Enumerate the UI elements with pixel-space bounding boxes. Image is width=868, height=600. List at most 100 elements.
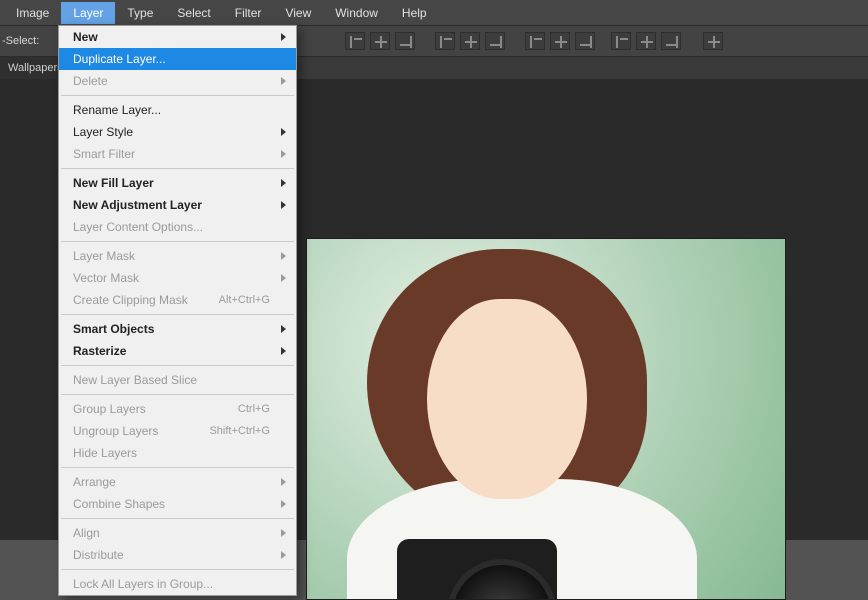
menu-item-label: New Fill Layer — [73, 176, 154, 190]
chevron-right-icon — [281, 551, 286, 559]
menu-item-new-layer-based-slice: New Layer Based Slice — [59, 369, 296, 391]
chevron-right-icon — [281, 274, 286, 282]
auto-select-label: -Select: — [0, 35, 45, 47]
distribute-left-icon[interactable] — [525, 32, 545, 50]
menu-item-label: Smart Filter — [73, 147, 135, 161]
photo-face-shape — [427, 299, 587, 499]
menu-item-duplicate-layer[interactable]: Duplicate Layer... — [59, 48, 296, 70]
menu-item-smart-objects[interactable]: Smart Objects — [59, 318, 296, 340]
distribute-bottom-icon[interactable] — [661, 32, 681, 50]
menu-separator — [61, 314, 294, 315]
menu-item-distribute: Distribute — [59, 544, 296, 566]
menu-item-label: Group Layers — [73, 402, 146, 416]
menu-item-rasterize[interactable]: Rasterize — [59, 340, 296, 362]
menubar-item-help[interactable]: Help — [390, 2, 439, 24]
chevron-right-icon — [281, 478, 286, 486]
menu-item-new-adjustment-layer[interactable]: New Adjustment Layer — [59, 194, 296, 216]
menu-item-create-clipping-mask: Create Clipping Mask Alt+Ctrl+G — [59, 289, 296, 311]
distribute-middle-icon[interactable] — [636, 32, 656, 50]
chevron-right-icon — [281, 150, 286, 158]
align-button-group — [345, 32, 723, 50]
menu-item-label: Layer Style — [73, 125, 133, 139]
layer-menu-dropdown: New Duplicate Layer... Delete Rename Layer.… — [58, 25, 297, 596]
align-left-icon[interactable] — [345, 32, 365, 50]
document-tab-label: Wallpapers — [8, 62, 63, 74]
menubar-item-select[interactable]: Select — [165, 2, 222, 24]
menubar-item-view[interactable]: View — [273, 2, 323, 24]
menu-item-arrange: Arrange — [59, 471, 296, 493]
menu-item-combine-shapes: Combine Shapes — [59, 493, 296, 515]
menu-item-layer-mask: Layer Mask — [59, 245, 296, 267]
menu-item-rename-layer[interactable]: Rename Layer... — [59, 99, 296, 121]
menu-item-hide-layers: Hide Layers — [59, 442, 296, 464]
menu-item-shortcut: Ctrl+G — [238, 403, 270, 415]
chevron-right-icon — [281, 128, 286, 136]
menu-item-delete: Delete — [59, 70, 296, 92]
menu-separator — [61, 241, 294, 242]
menu-item-label: Lock All Layers in Group... — [73, 577, 213, 591]
align-right-icon[interactable] — [395, 32, 415, 50]
distribute-top-icon[interactable] — [611, 32, 631, 50]
menu-item-label: Combine Shapes — [73, 497, 165, 511]
menu-separator — [61, 518, 294, 519]
chevron-right-icon — [281, 252, 286, 260]
menu-item-new-fill-layer[interactable]: New Fill Layer — [59, 172, 296, 194]
distribute-right-icon[interactable] — [575, 32, 595, 50]
menu-item-label: Vector Mask — [73, 271, 139, 285]
menubar-item-layer[interactable]: Layer — [61, 2, 115, 24]
menubar-item-window[interactable]: Window — [323, 2, 390, 24]
image-canvas[interactable] — [306, 238, 786, 600]
menu-item-vector-mask: Vector Mask — [59, 267, 296, 289]
align-bottom-icon[interactable] — [485, 32, 505, 50]
chevron-right-icon — [281, 201, 286, 209]
menubar-item-type[interactable]: Type — [115, 2, 165, 24]
menu-item-label: Duplicate Layer... — [73, 52, 166, 66]
menu-item-ungroup-layers: Ungroup Layers Shift+Ctrl+G — [59, 420, 296, 442]
more-options-icon[interactable] — [703, 32, 723, 50]
menu-separator — [61, 365, 294, 366]
menu-separator — [61, 569, 294, 570]
menu-item-label: New Layer Based Slice — [73, 373, 197, 387]
chevron-right-icon — [281, 77, 286, 85]
menu-item-label: Rename Layer... — [73, 103, 161, 117]
chevron-right-icon — [281, 347, 286, 355]
menu-item-layer-content-options: Layer Content Options... — [59, 216, 296, 238]
menu-item-label: Layer Content Options... — [73, 220, 203, 234]
menu-item-label: New Adjustment Layer — [73, 198, 202, 212]
chevron-right-icon — [281, 33, 286, 41]
menu-item-shortcut: Alt+Ctrl+G — [219, 294, 270, 306]
menu-item-smart-filter: Smart Filter — [59, 143, 296, 165]
menu-separator — [61, 467, 294, 468]
distribute-center-icon[interactable] — [550, 32, 570, 50]
menubar: ImageLayerTypeSelectFilterViewWindowHelp — [0, 0, 868, 25]
menu-item-label: Delete — [73, 74, 108, 88]
chevron-right-icon — [281, 179, 286, 187]
chevron-right-icon — [281, 325, 286, 333]
menu-item-label: Hide Layers — [73, 446, 137, 460]
align-top-icon[interactable] — [435, 32, 455, 50]
menu-item-lock-all-layers-in-group: Lock All Layers in Group... — [59, 573, 296, 595]
menu-item-label: Align — [73, 526, 100, 540]
menu-separator — [61, 168, 294, 169]
menu-separator — [61, 95, 294, 96]
menu-item-group-layers: Group Layers Ctrl+G — [59, 398, 296, 420]
menu-item-label: Rasterize — [73, 344, 126, 358]
menu-separator — [61, 394, 294, 395]
menu-item-label: Layer Mask — [73, 249, 135, 263]
menu-item-label: Ungroup Layers — [73, 424, 158, 438]
menu-item-shortcut: Shift+Ctrl+G — [209, 425, 270, 437]
menu-item-new[interactable]: New — [59, 26, 296, 48]
menu-item-label: Create Clipping Mask — [73, 293, 188, 307]
menu-item-align: Align — [59, 522, 296, 544]
menubar-item-image[interactable]: Image — [4, 2, 61, 24]
menu-item-label: Arrange — [73, 475, 116, 489]
menu-item-layer-style[interactable]: Layer Style — [59, 121, 296, 143]
menu-item-label: New — [73, 30, 98, 44]
chevron-right-icon — [281, 529, 286, 537]
align-middle-icon[interactable] — [460, 32, 480, 50]
align-center-icon[interactable] — [370, 32, 390, 50]
chevron-right-icon — [281, 500, 286, 508]
menubar-item-filter[interactable]: Filter — [223, 2, 274, 24]
menu-item-label: Smart Objects — [73, 322, 154, 336]
menu-item-label: Distribute — [73, 548, 124, 562]
